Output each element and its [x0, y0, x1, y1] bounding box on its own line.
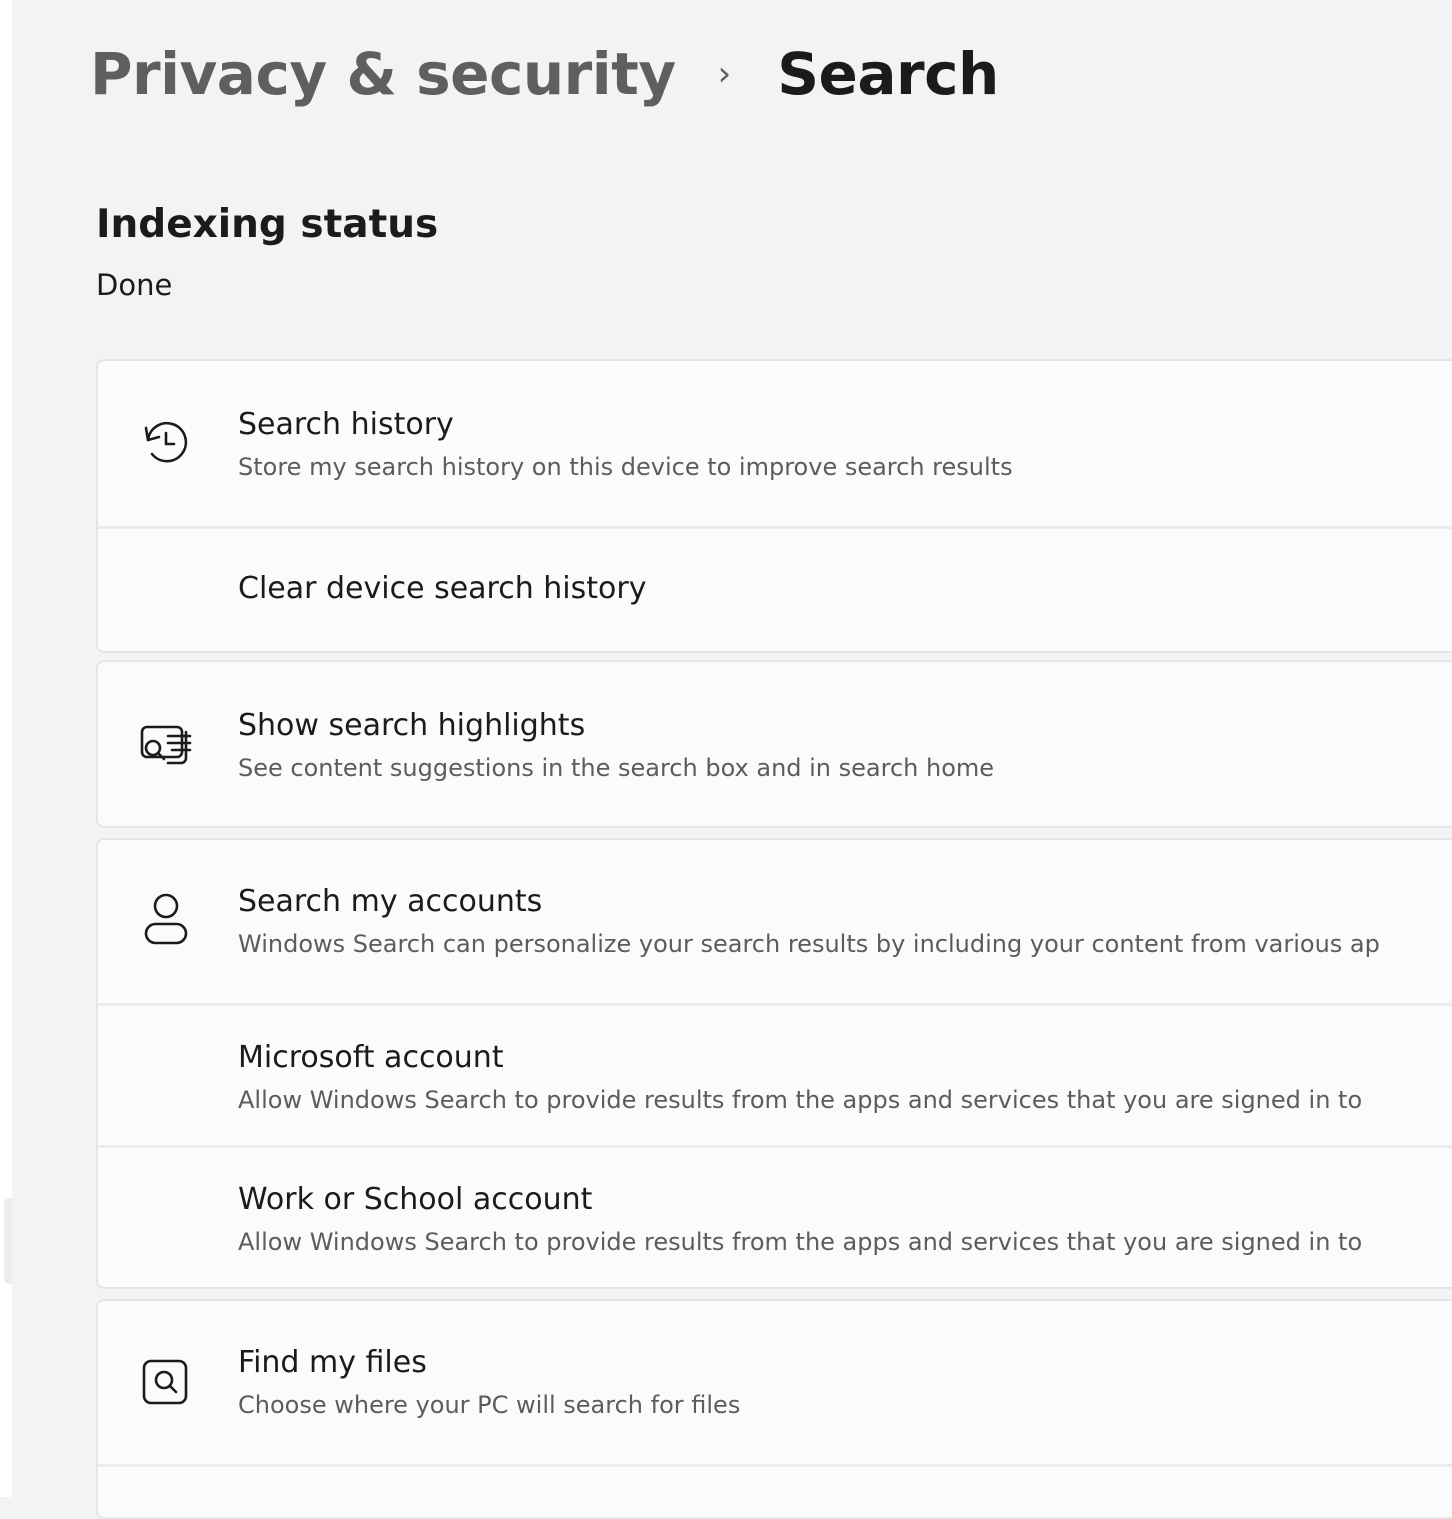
breadcrumb-privacy-security[interactable]: Privacy & security: [90, 40, 676, 108]
search-highlights-card: Show search highlights See content sugge…: [96, 660, 1452, 828]
microsoft-account-title: Microsoft account: [238, 1040, 504, 1075]
find-my-files-description: Choose where your PC will search for fil…: [238, 1391, 741, 1419]
search-my-accounts-row[interactable]: Search my accounts Windows Search can pe…: [98, 840, 1452, 1006]
show-search-highlights-description: See content suggestions in the search bo…: [238, 754, 995, 782]
work-school-account-title: Work or School account: [238, 1182, 593, 1217]
find-my-files-row[interactable]: Find my files Choose where your PC will …: [98, 1301, 1452, 1467]
work-school-account-description: Allow Windows Search to provide results …: [238, 1228, 1363, 1256]
breadcrumb-separator: ›: [717, 54, 732, 94]
page-title: Search: [777, 40, 999, 108]
work-school-account-row[interactable]: Work or School account Allow Windows Sea…: [98, 1148, 1452, 1289]
search-accounts-card: Search my accounts Windows Search can pe…: [96, 838, 1452, 1289]
search-my-accounts-title: Search my accounts: [238, 884, 543, 919]
search-history-description: Store my search history on this device t…: [238, 453, 1013, 481]
indexing-status-value: Done: [96, 268, 173, 302]
clear-history-row[interactable]: Clear device search history: [98, 529, 1452, 653]
microsoft-account-description: Allow Windows Search to provide results …: [238, 1086, 1363, 1114]
find-my-files-title: Find my files: [238, 1345, 427, 1380]
person-icon: [138, 892, 194, 948]
find-files-card: Find my files Choose where your PC will …: [96, 1299, 1452, 1519]
clear-device-search-history-label: Clear device search history: [238, 571, 647, 606]
search-history-row[interactable]: Search history Store my search history o…: [98, 361, 1452, 529]
search-highlights-icon: [138, 718, 194, 774]
microsoft-account-row[interactable]: Microsoft account Allow Windows Search t…: [98, 1006, 1452, 1148]
show-search-highlights-row[interactable]: Show search highlights See content sugge…: [98, 662, 1452, 828]
settings-page: Privacy & security › Search Indexing sta…: [12, 4, 1452, 1519]
history-icon: [138, 415, 194, 471]
search-history-title: Search history: [238, 407, 454, 442]
show-search-highlights-title: Show search highlights: [238, 708, 586, 743]
breadcrumb: Privacy & security › Search: [90, 40, 999, 108]
find-files-icon: [138, 1355, 194, 1411]
search-my-accounts-description: Windows Search can personalize your sear…: [238, 930, 1380, 958]
search-history-card: Search history Store my search history o…: [96, 359, 1452, 653]
indexing-status-heading: Indexing status: [96, 202, 439, 247]
